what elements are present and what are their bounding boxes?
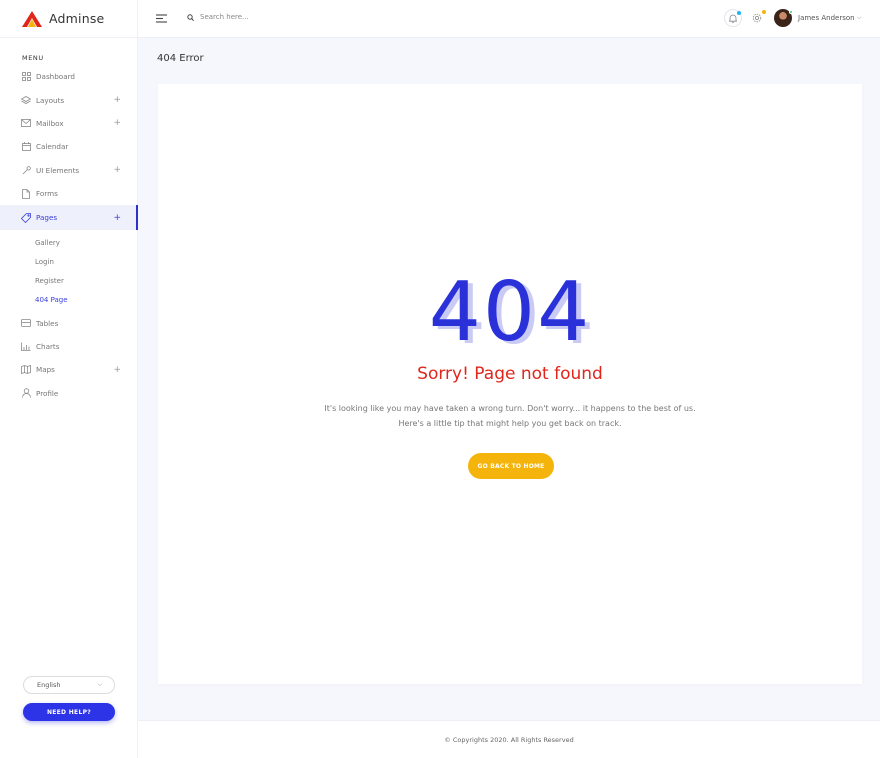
sidebar-item-dashboard[interactable]: Dashboard xyxy=(0,65,138,88)
brand[interactable]: Adminse xyxy=(0,0,137,38)
sidebar-item-label: Dashboard xyxy=(36,72,75,82)
page-title: 404 Error xyxy=(157,53,204,64)
chevron-down-icon: ⌵ xyxy=(97,681,102,688)
sidebar-item-layouts[interactable]: Layouts + xyxy=(0,88,138,111)
submenu-item-register[interactable]: Register xyxy=(0,271,138,290)
submenu-item-404-page[interactable]: 404 Page xyxy=(0,290,138,309)
mail-icon xyxy=(21,118,31,128)
expand-icon[interactable]: + xyxy=(113,165,121,175)
language-select[interactable]: English ⌵ xyxy=(23,676,115,694)
sidebar: Adminse MENU Dashboard Layouts + Mailbox… xyxy=(0,0,138,758)
user-name[interactable]: James Anderson xyxy=(798,14,855,22)
notification-dot xyxy=(737,11,741,15)
file-icon xyxy=(21,188,31,199)
sidebar-item-ui-elements[interactable]: UI Elements + xyxy=(0,159,138,182)
language-value: English xyxy=(37,681,61,689)
sidebar-item-label: Profile xyxy=(36,388,59,398)
map-icon xyxy=(21,365,31,375)
settings-button[interactable] xyxy=(748,9,766,27)
notifications-button[interactable] xyxy=(724,9,742,27)
expand-icon[interactable]: + xyxy=(113,118,121,128)
error-card xyxy=(158,84,862,684)
sidebar-item-label: Forms xyxy=(36,189,58,199)
brand-name: Adminse xyxy=(49,11,105,26)
pages-submenu: Gallery Login Register 404 Page xyxy=(0,230,138,311)
menu-toggle-icon[interactable] xyxy=(156,14,167,23)
chevron-down-icon[interactable]: ⌵ xyxy=(857,14,862,22)
settings-dot xyxy=(762,10,766,14)
submenu-item-gallery[interactable]: Gallery xyxy=(0,233,138,252)
sidebar-menu: Dashboard Layouts + Mailbox + Calendar U… xyxy=(0,65,138,405)
sidebar-item-pages[interactable]: Pages + xyxy=(0,205,138,231)
sidebar-item-profile[interactable]: Profile xyxy=(0,382,138,405)
submenu-item-login[interactable]: Login xyxy=(0,252,138,271)
grid-icon xyxy=(21,72,31,82)
table-icon xyxy=(21,318,31,328)
bar-chart-icon xyxy=(21,341,31,351)
need-help-button[interactable]: NEED HELP? xyxy=(23,703,115,721)
sidebar-item-forms[interactable]: Forms xyxy=(0,182,138,205)
sidebar-item-label: Maps xyxy=(36,365,55,375)
go-back-home-button[interactable]: GO BACK TO HOME xyxy=(468,453,554,479)
sidebar-item-label: UI Elements xyxy=(36,165,80,175)
search-bar xyxy=(187,13,320,21)
sidebar-item-tables[interactable]: Tables xyxy=(0,311,138,334)
expand-icon[interactable]: + xyxy=(113,95,121,105)
sidebar-item-label: Layouts xyxy=(36,95,65,105)
topbar: James Anderson ⌵ xyxy=(138,0,880,38)
layers-icon xyxy=(21,95,31,105)
calendar-icon xyxy=(21,142,31,152)
sidebar-item-charts[interactable]: Charts xyxy=(0,335,138,358)
sidebar-item-label: Tables xyxy=(36,318,59,328)
footer: © Copyrights 2020. All Rights Reserved xyxy=(138,720,880,758)
tools-icon xyxy=(21,165,31,175)
bell-icon xyxy=(729,14,737,23)
brand-logo-icon xyxy=(22,10,42,27)
search-icon xyxy=(187,13,194,21)
sidebar-item-label: Pages xyxy=(36,213,58,223)
search-input[interactable] xyxy=(200,13,320,21)
sidebar-item-label: Charts xyxy=(36,341,60,351)
online-status-dot xyxy=(789,10,793,14)
sidebar-item-mailbox[interactable]: Mailbox + xyxy=(0,112,138,135)
sidebar-item-calendar[interactable]: Calendar xyxy=(0,135,138,158)
sidebar-item-label: Mailbox xyxy=(36,118,64,128)
menu-heading: MENU xyxy=(22,54,44,62)
expand-icon[interactable]: + xyxy=(113,213,121,223)
user-icon xyxy=(21,388,31,398)
copyright-text: © Copyrights 2020. All Rights Reserved xyxy=(444,735,574,744)
sidebar-item-label: Calendar xyxy=(36,142,69,152)
gear-icon xyxy=(752,13,762,23)
sidebar-item-maps[interactable]: Maps + xyxy=(0,358,138,381)
tag-icon xyxy=(21,212,31,223)
expand-icon[interactable]: + xyxy=(113,365,121,375)
